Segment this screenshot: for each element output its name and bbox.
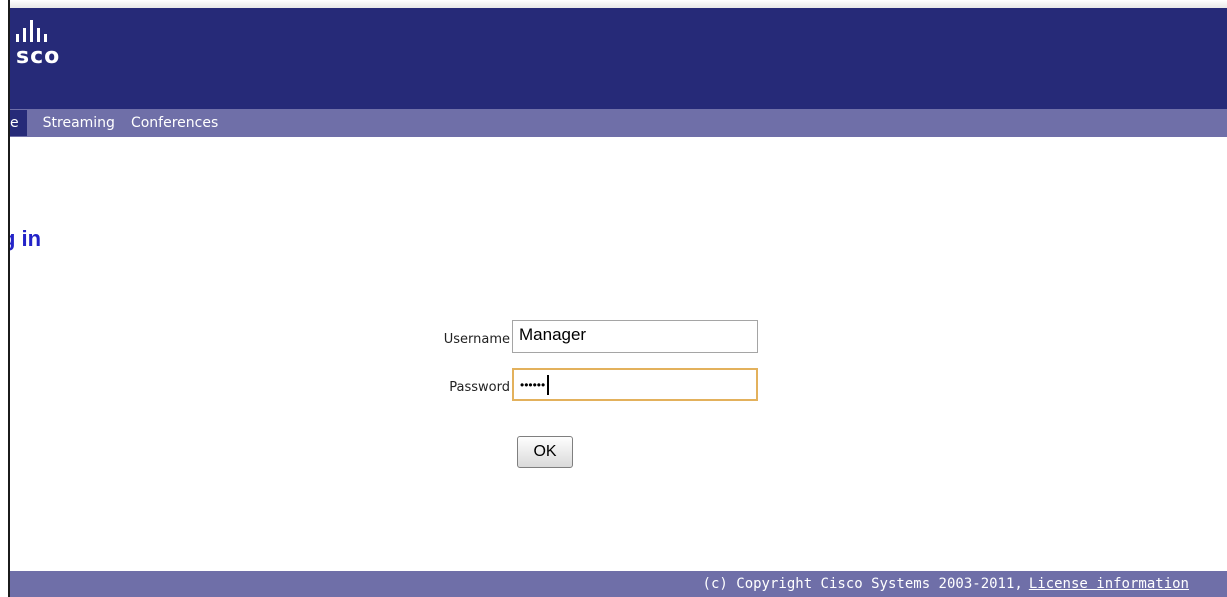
nav-item-streaming[interactable]: Streaming — [43, 115, 115, 131]
logo-bar — [44, 34, 47, 42]
left-margin — [0, 0, 8, 597]
logo-bars — [16, 20, 60, 42]
logo-bar — [23, 28, 26, 42]
nav-bar: e Streaming Conferences — [10, 109, 1227, 137]
nav-item-active[interactable]: e — [10, 110, 27, 136]
window-edge — [8, 0, 10, 597]
username-input[interactable]: Manager — [512, 320, 758, 353]
logo-bar — [16, 34, 19, 42]
username-label: Username — [443, 332, 510, 347]
logo-bar — [37, 28, 40, 42]
header-bar: sco — [10, 8, 1227, 109]
password-value: •••••• — [520, 378, 546, 392]
text-cursor — [547, 374, 550, 395]
username-value: Manager — [519, 325, 587, 344]
logo-bar — [30, 20, 33, 42]
nav-item-conferences[interactable]: Conferences — [131, 115, 218, 131]
license-link[interactable]: License information — [1029, 576, 1189, 592]
password-label: Password — [449, 380, 510, 395]
cisco-logo-icon: sco — [16, 20, 60, 69]
footer-bar: (c) Copyright Cisco Systems 2003-2011, L… — [10, 571, 1227, 597]
password-input[interactable]: •••••• — [512, 368, 758, 401]
browser-page: sco e Streaming Conferences g in Usernam… — [0, 0, 1227, 597]
top-shadow — [0, 0, 1227, 8]
ok-button[interactable]: OK — [517, 436, 573, 468]
logo-text: sco — [16, 44, 61, 69]
copyright-text: (c) Copyright Cisco Systems 2003-2011, — [702, 576, 1023, 592]
